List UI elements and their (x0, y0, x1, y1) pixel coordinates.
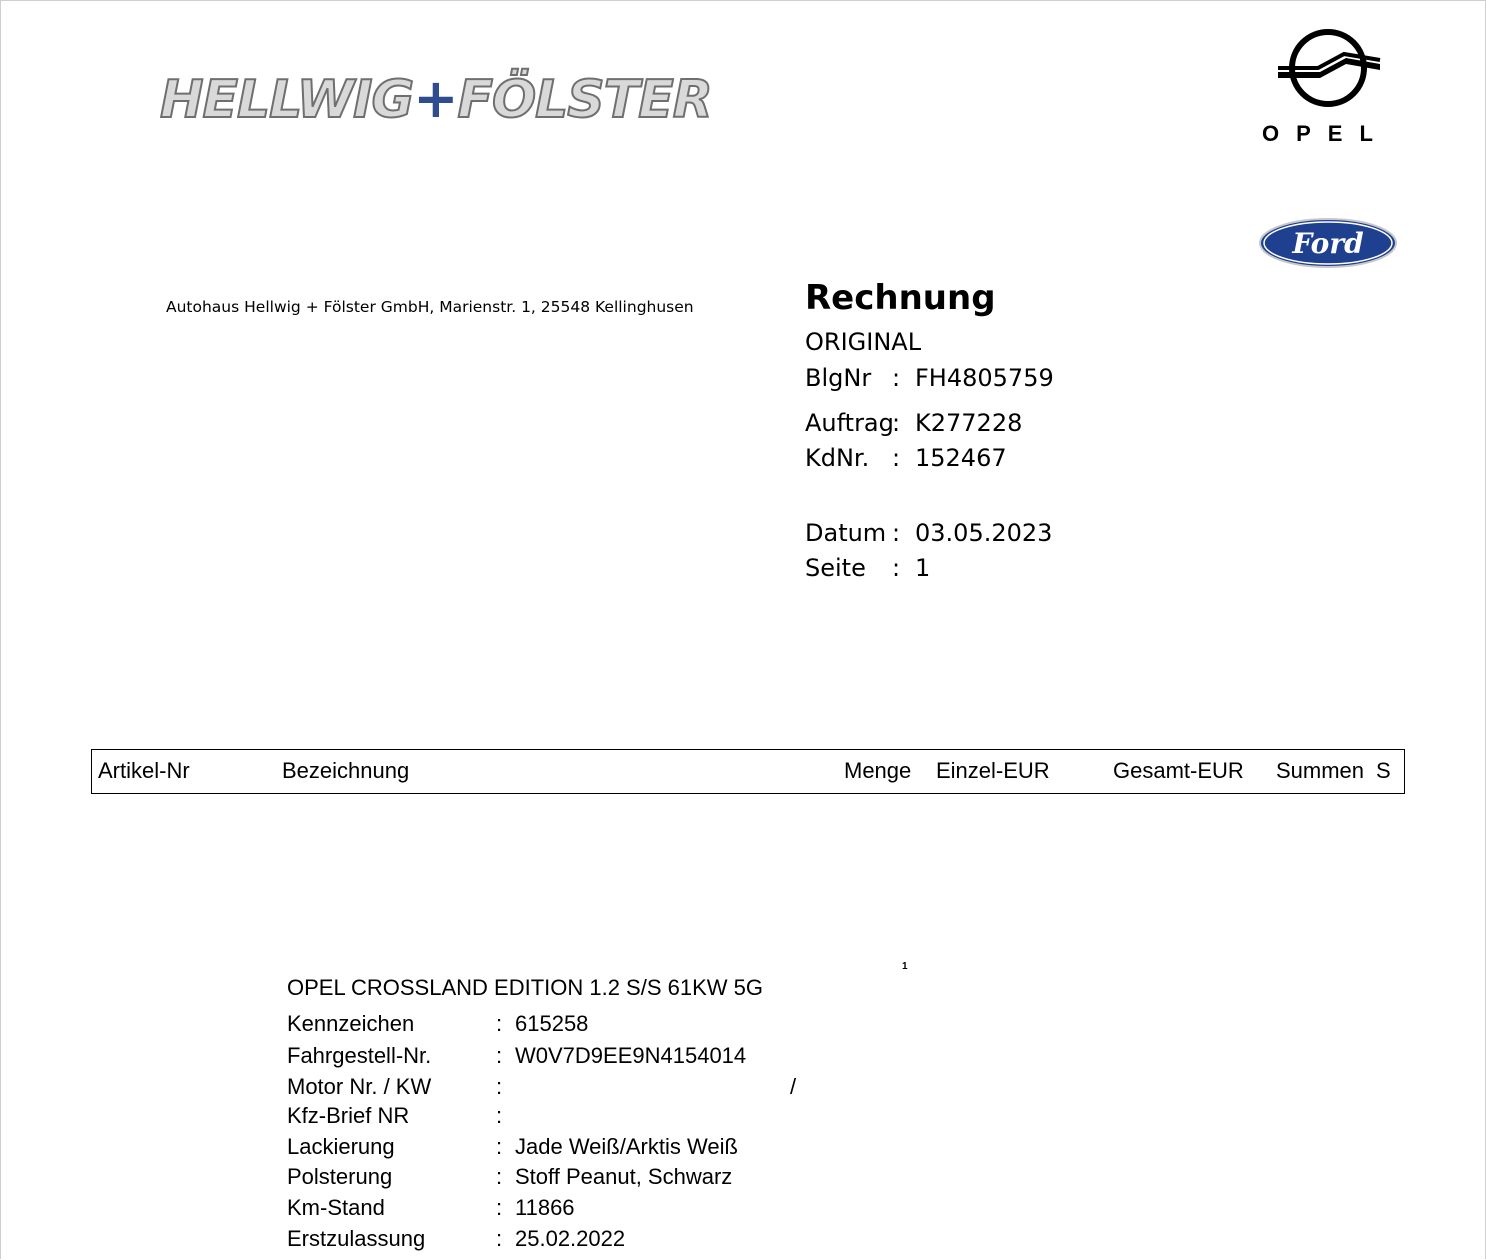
opel-wordmark: OPEL (1262, 121, 1390, 146)
vehicle-colon: : (496, 1043, 503, 1068)
sender-address-line: Autohaus Hellwig + Fölster GmbH, Mariens… (166, 298, 694, 316)
vehicle-title: OPEL CROSSLAND EDITION 1.2 S/S 61KW 5G (287, 975, 763, 1000)
invoice-field-value-blgnr: FH4805759 (915, 364, 1054, 392)
vehicle-colon: : (496, 1103, 503, 1128)
vehicle-value-lackierung: Jade Weiß/Arktis Weiß (515, 1134, 738, 1159)
invoice-field-colon: : (892, 444, 901, 472)
column-header-menge: Menge (844, 758, 912, 783)
column-header-gesamt-eur: Gesamt-EUR (1113, 758, 1244, 783)
invoice-field-value-datum: 03.05.2023 (915, 519, 1053, 547)
dealer-logo-plus: + (413, 67, 458, 130)
vehicle-label-kfz-brief: Kfz-Brief NR (287, 1103, 410, 1128)
invoice-field-colon: : (892, 364, 901, 392)
vehicle-colon: : (496, 1074, 503, 1099)
invoice-field-label-kdnr: KdNr. (805, 444, 870, 472)
vehicle-value-fahrgestell: W0V7D9EE9N4154014 (515, 1043, 747, 1068)
line-marker: 1 (902, 961, 908, 972)
vehicle-label-km-stand: Km-Stand (287, 1195, 385, 1220)
column-header-einzel-eur: Einzel-EUR (936, 758, 1050, 783)
invoice-title: Rechnung (805, 278, 996, 318)
dealer-logo: HELLWIG+FÖLSTER (159, 66, 714, 132)
vehicle-label-lackierung: Lackierung (287, 1134, 395, 1159)
vehicle-label-kennzeichen: Kennzeichen (287, 1011, 415, 1036)
invoice-field-value-seite: 1 (915, 554, 931, 582)
page-frame (0, 0, 1486, 1259)
vehicle-label-erstzulassung: Erstzulassung (287, 1226, 426, 1251)
vehicle-value-kennzeichen: 615258 (515, 1011, 589, 1036)
invoice-copy-type: ORIGINAL (805, 328, 922, 356)
invoice-field-colon: : (892, 519, 901, 547)
column-header-s: S (1376, 758, 1391, 783)
vehicle-colon: : (496, 1011, 503, 1036)
column-header-summen: Summen (1276, 758, 1365, 783)
ford-logo-icon: Ford (1259, 218, 1397, 268)
invoice-field-value-kdnr: 152467 (915, 444, 1007, 472)
vehicle-motor-separator: / (790, 1074, 797, 1099)
vehicle-value-km-stand: 11866 (515, 1195, 575, 1220)
invoice-field-label-datum: Datum (805, 519, 887, 547)
invoice-field-label-blgnr: BlgNr (805, 364, 872, 392)
invoice-field-label-auftrag: Auftrag (805, 409, 894, 437)
column-header-bezeichnung: Bezeichnung (282, 758, 410, 783)
invoice-field-colon: : (892, 554, 901, 582)
vehicle-value-polsterung: Stoff Peanut, Schwarz (515, 1164, 733, 1189)
dealer-logo-left: HELLWIG (159, 69, 415, 131)
dealer-logo-right: FÖLSTER (456, 69, 713, 131)
vehicle-label-motor: Motor Nr. / KW (287, 1074, 432, 1099)
column-header-artikel-nr: Artikel-Nr (98, 758, 190, 783)
vehicle-colon: : (496, 1164, 503, 1189)
vehicle-label-fahrgestell: Fahrgestell-Nr. (287, 1043, 432, 1068)
invoice-field-colon: : (892, 409, 901, 437)
invoice-field-value-auftrag: K277228 (915, 409, 1023, 437)
vehicle-colon: : (496, 1195, 503, 1220)
invoice-field-label-seite: Seite (805, 554, 866, 582)
vehicle-colon: : (496, 1134, 503, 1159)
vehicle-colon: : (496, 1226, 503, 1251)
vehicle-value-erstzulassung: 25.02.2022 (515, 1226, 626, 1251)
ford-wordmark: Ford (1291, 227, 1363, 260)
vehicle-label-polsterung: Polsterung (287, 1164, 393, 1189)
